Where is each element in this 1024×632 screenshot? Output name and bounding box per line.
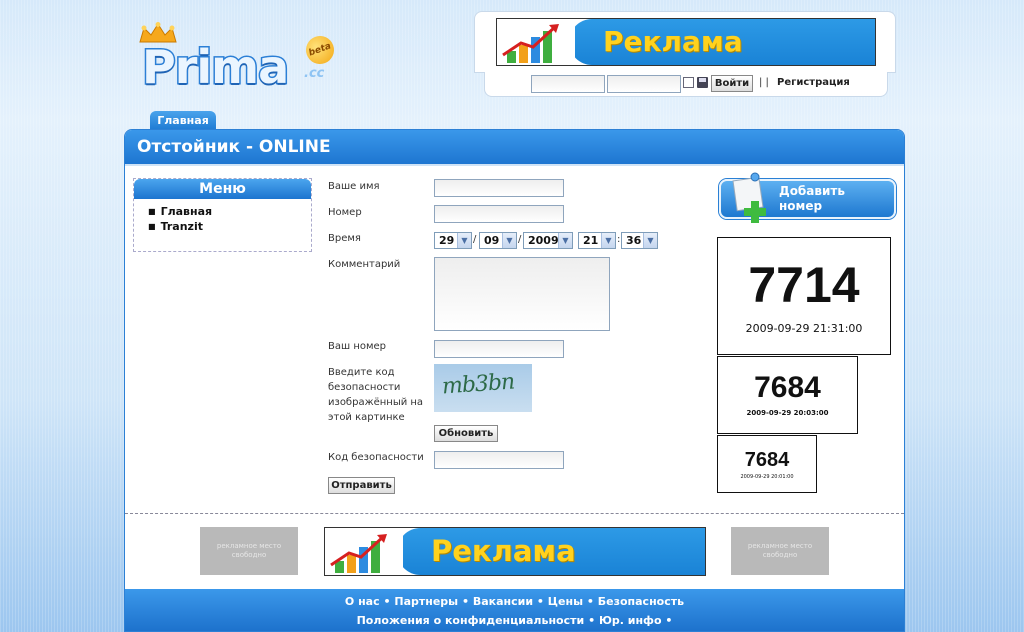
time-label: Время bbox=[328, 233, 361, 244]
captcha-prompt: Введите код безопасности изображённый на… bbox=[328, 367, 424, 423]
number-label: Номер bbox=[328, 207, 362, 218]
footer-link-vacancies[interactable]: Вакансии bbox=[473, 595, 533, 608]
captcha-image: mb3bn bbox=[434, 364, 532, 412]
add-number-button[interactable]: Добавить номер bbox=[719, 172, 896, 223]
footer-link-privacy[interactable]: Положения о конфиденциальности bbox=[357, 614, 585, 627]
number-card[interactable]: 7684 2009-09-29 20:01:00 bbox=[717, 435, 817, 493]
page-title: Отстойник - ONLINE bbox=[125, 130, 904, 166]
minute-select[interactable]: 36 ▼ bbox=[621, 232, 658, 249]
plate-number: 7684 bbox=[754, 371, 821, 404]
month-select[interactable]: 09 ▼ bbox=[479, 232, 517, 249]
divider bbox=[125, 513, 904, 514]
top-ad-banner[interactable]: Реклама bbox=[496, 18, 876, 66]
your-number-label: Ваш номер bbox=[328, 341, 387, 352]
comment-textarea[interactable] bbox=[434, 257, 610, 331]
chevron-down-icon: ▼ bbox=[457, 233, 471, 248]
your-number-input[interactable] bbox=[434, 340, 564, 358]
name-label: Ваше имя bbox=[328, 181, 380, 192]
footer-link-about[interactable]: О нас bbox=[345, 595, 380, 608]
remember-me-checkbox[interactable] bbox=[683, 77, 694, 88]
site-logo[interactable]: Prima .cc beta bbox=[138, 20, 338, 94]
top-banner-container: Реклама bbox=[474, 11, 896, 73]
footer-link-prices[interactable]: Цены bbox=[548, 595, 583, 608]
tab-main[interactable]: Главная bbox=[150, 111, 216, 130]
plate-number: 7684 bbox=[744, 449, 790, 471]
menu-title: Меню bbox=[134, 179, 311, 199]
day-select[interactable]: 29 ▼ bbox=[434, 232, 472, 249]
login-password-input[interactable] bbox=[607, 75, 681, 93]
footer-link-legal[interactable]: Юр. инфо bbox=[599, 614, 662, 627]
timestamp: 2009-09-29 21:31:00 bbox=[745, 322, 863, 335]
logo-domain-suffix: .cc bbox=[304, 66, 325, 81]
chevron-down-icon: ▼ bbox=[558, 233, 572, 248]
footer-links-row-2: Положения о конфиденциальности • Юр. инф… bbox=[356, 614, 673, 627]
add-note-icon bbox=[732, 172, 766, 223]
comment-label: Комментарий bbox=[328, 259, 401, 270]
security-code-input[interactable] bbox=[434, 451, 564, 469]
refresh-captcha-button[interactable]: Обновить bbox=[434, 425, 498, 442]
ad-title: Реклама bbox=[603, 25, 743, 58]
free-ad-slot-right[interactable]: рекламное место свободно bbox=[731, 527, 829, 575]
login-separator: | | bbox=[759, 77, 769, 88]
sidebar-menu: Меню Главная Tranzit bbox=[133, 178, 312, 252]
floppy-save-icon bbox=[697, 77, 708, 88]
footer: О нас • Партнеры • Вакансии • Цены • Без… bbox=[125, 589, 904, 631]
menu-item-tranzit[interactable]: Tranzit bbox=[148, 220, 203, 233]
beta-badge: beta bbox=[302, 32, 338, 68]
timestamp: 2009-09-29 20:03:00 bbox=[746, 409, 829, 417]
add-number-label-1: Добавить bbox=[779, 184, 845, 198]
login-button[interactable]: Войти bbox=[711, 75, 753, 92]
submit-button[interactable]: Отправить bbox=[328, 477, 395, 494]
add-number-label-2: номер bbox=[779, 199, 823, 213]
bottom-ad-banner[interactable]: Реклама bbox=[324, 527, 706, 576]
timestamp: 2009-09-29 20:01:00 bbox=[740, 474, 794, 480]
security-code-label: Код безопасности bbox=[328, 452, 424, 463]
number-card[interactable]: 7684 2009-09-29 20:03:00 bbox=[717, 356, 858, 434]
growth-chart-icon bbox=[330, 534, 387, 573]
menu-item-main[interactable]: Главная bbox=[148, 205, 213, 218]
footer-link-security[interactable]: Безопасность bbox=[598, 595, 684, 608]
name-input[interactable] bbox=[434, 179, 564, 197]
year-select[interactable]: 2009 ▼ bbox=[523, 232, 573, 249]
login-username-input[interactable] bbox=[531, 75, 605, 93]
footer-links-row-1: О нас • Партнеры • Вакансии • Цены • Без… bbox=[344, 595, 685, 608]
footer-link-partners[interactable]: Партнеры bbox=[394, 595, 458, 608]
login-bar: Войти | | Регистрация bbox=[484, 72, 888, 97]
ad-title: Реклама bbox=[431, 534, 576, 568]
chevron-down-icon: ▼ bbox=[601, 233, 615, 248]
free-ad-slot-left[interactable]: рекламное место свободно bbox=[200, 527, 298, 575]
register-link[interactable]: Регистрация bbox=[777, 77, 850, 88]
number-input[interactable] bbox=[434, 205, 564, 223]
growth-chart-icon bbox=[502, 24, 559, 63]
number-card[interactable]: 7714 2009-09-29 21:31:00 bbox=[717, 237, 891, 355]
main-panel: Отстойник - ONLINE Меню Главная Tranzit … bbox=[124, 129, 905, 632]
plate-number: 7714 bbox=[748, 257, 860, 313]
logo-wordmark: Prima bbox=[140, 40, 290, 94]
hour-select[interactable]: 21 ▼ bbox=[578, 232, 616, 249]
chevron-down-icon: ▼ bbox=[643, 233, 657, 248]
chevron-down-icon: ▼ bbox=[502, 233, 516, 248]
